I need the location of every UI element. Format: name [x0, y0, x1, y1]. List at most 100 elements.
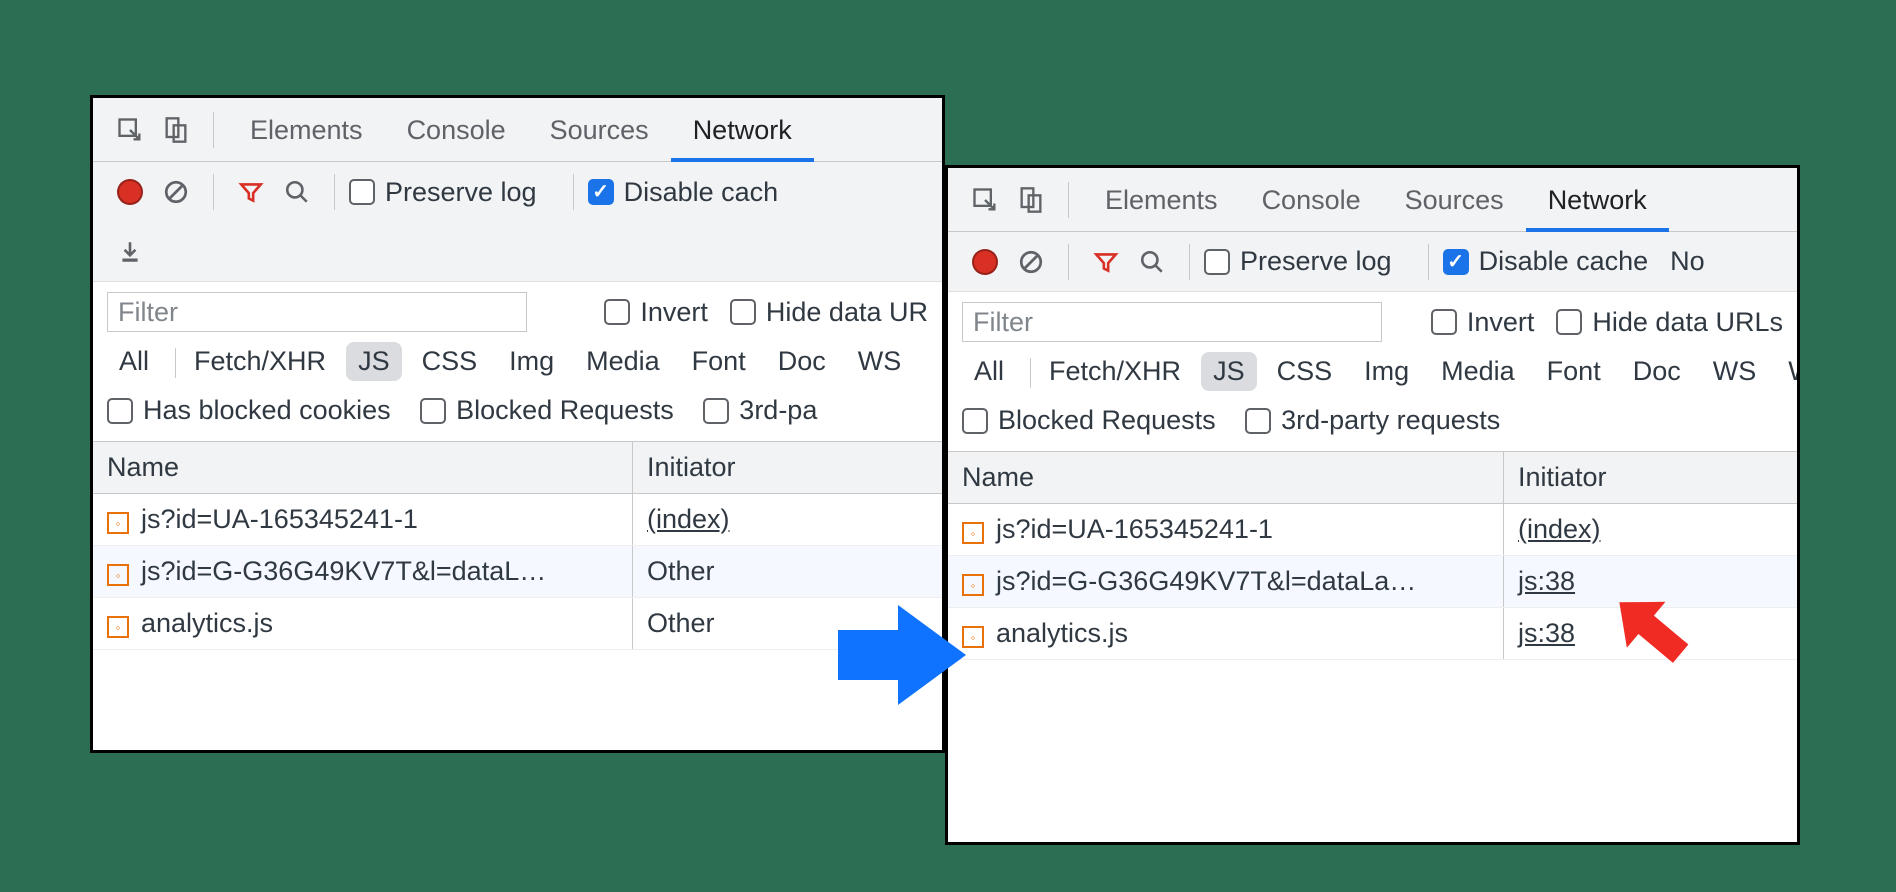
type-filter-row: All Fetch/XHRJSCSSImgMediaFontDocWS Wasm: [948, 346, 1797, 397]
table-row[interactable]: ◦js?id=UA-165345241-1(index): [93, 494, 942, 546]
cell-name: ◦js?id=UA-165345241-1: [948, 504, 1504, 555]
third-party-checkbox[interactable]: 3rd-party requests: [1245, 405, 1500, 436]
type-filter-all[interactable]: All: [962, 352, 1016, 391]
type-filter-all[interactable]: All: [107, 342, 161, 381]
type-filter-css[interactable]: CSS: [410, 342, 490, 381]
preserve-log-label: Preserve log: [385, 177, 537, 208]
cell-name: ◦analytics.js: [93, 598, 633, 649]
filter-icon[interactable]: [234, 175, 268, 209]
invert-label: Invert: [640, 297, 708, 328]
tab-sources[interactable]: Sources: [1383, 168, 1526, 232]
js-file-icon: ◦: [107, 616, 129, 638]
tab-network[interactable]: Network: [1526, 168, 1669, 232]
hide-data-urls-checkbox[interactable]: Hide data URLs: [1556, 307, 1783, 338]
clear-icon[interactable]: [1014, 245, 1048, 279]
divider: [213, 174, 214, 210]
no-throttle-cut[interactable]: No: [1670, 246, 1705, 277]
record-button[interactable]: [113, 175, 147, 209]
filter-options-row: Blocked Requests 3rd-party requests: [948, 397, 1797, 452]
type-filter-media[interactable]: Media: [574, 342, 672, 381]
cell-initiator[interactable]: (index): [633, 494, 942, 545]
type-filter-wasm[interactable]: Wasm: [1776, 352, 1797, 391]
tab-console[interactable]: Console: [1240, 168, 1383, 232]
download-har-icon[interactable]: [113, 235, 147, 269]
tab-console[interactable]: Console: [385, 98, 528, 162]
preserve-log-checkbox[interactable]: Preserve log: [1204, 246, 1392, 277]
filter-input[interactable]: [107, 292, 527, 332]
third-party-label: 3rd-pa: [739, 395, 817, 426]
annotation-blue-arrow: [838, 600, 968, 710]
invert-checkbox[interactable]: Invert: [1431, 307, 1535, 338]
divider: [1189, 244, 1190, 280]
disable-cache-checkbox[interactable]: Disable cache: [1443, 246, 1649, 277]
type-filter-ws[interactable]: WS: [846, 342, 914, 381]
table-row[interactable]: ◦js?id=UA-165345241-1(index): [948, 504, 1797, 556]
hide-data-urls-label: Hide data URLs: [1592, 307, 1783, 338]
tab-elements[interactable]: Elements: [1083, 168, 1240, 232]
type-filter-font[interactable]: Font: [1535, 352, 1613, 391]
js-file-icon: ◦: [962, 522, 984, 544]
hide-data-urls-checkbox[interactable]: Hide data UR: [730, 297, 928, 328]
column-initiator[interactable]: Initiator: [633, 442, 942, 493]
cell-name: ◦js?id=G-G36G49KV7T&l=dataL…: [93, 546, 633, 597]
type-filter-media[interactable]: Media: [1429, 352, 1527, 391]
devtools-tabstrip: Elements Console Sources Network: [93, 98, 942, 162]
type-filter-fetchxhr[interactable]: Fetch/XHR: [1037, 352, 1193, 391]
cell-initiator[interactable]: (index): [1504, 504, 1797, 555]
disable-cache-label: Disable cache: [1479, 246, 1649, 277]
filter-input[interactable]: [962, 302, 1382, 342]
disable-cache-label: Disable cach: [624, 177, 779, 208]
record-button[interactable]: [968, 245, 1002, 279]
type-filter-row: All Fetch/XHRJSCSSImgMediaFontDocWS: [93, 336, 942, 387]
blocked-requests-checkbox[interactable]: Blocked Requests: [962, 405, 1216, 436]
type-filter-ws[interactable]: WS: [1701, 352, 1769, 391]
blocked-requests-label: Blocked Requests: [998, 405, 1216, 436]
disable-cache-checkbox[interactable]: Disable cach: [588, 177, 779, 208]
table-row[interactable]: ◦js?id=G-G36G49KV7T&l=dataL…Other: [93, 546, 942, 598]
filter-icon[interactable]: [1089, 245, 1123, 279]
tab-sources[interactable]: Sources: [528, 98, 671, 162]
column-name[interactable]: Name: [93, 442, 633, 493]
type-filter-doc[interactable]: Doc: [1621, 352, 1693, 391]
column-initiator[interactable]: Initiator: [1504, 452, 1797, 503]
has-blocked-cookies-checkbox[interactable]: Has blocked cookies: [107, 395, 391, 426]
network-toolbar: Preserve log Disable cach: [93, 162, 942, 222]
search-icon[interactable]: [1135, 245, 1169, 279]
divider: [573, 174, 574, 210]
divider: [334, 174, 335, 210]
inspect-icon[interactable]: [113, 113, 147, 147]
tab-elements[interactable]: Elements: [228, 98, 385, 162]
table-header: Name Initiator: [948, 452, 1797, 504]
invert-label: Invert: [1467, 307, 1535, 338]
type-filter-js[interactable]: JS: [1201, 352, 1257, 391]
clear-icon[interactable]: [159, 175, 193, 209]
invert-checkbox[interactable]: Invert: [604, 297, 708, 328]
divider: [1068, 244, 1069, 280]
network-toolbar-2: [93, 222, 942, 282]
third-party-checkbox[interactable]: 3rd-pa: [703, 395, 817, 426]
preserve-log-checkbox[interactable]: Preserve log: [349, 177, 537, 208]
device-toggle-icon[interactable]: [1014, 183, 1048, 217]
device-toggle-icon[interactable]: [159, 113, 193, 147]
table-body: ◦js?id=UA-165345241-1(index)◦js?id=G-G36…: [93, 494, 942, 650]
tab-network[interactable]: Network: [671, 98, 814, 162]
inspect-icon[interactable]: [968, 183, 1002, 217]
filter-row: Invert Hide data URLs: [948, 292, 1797, 346]
table-row[interactable]: ◦analytics.jsOther: [93, 598, 942, 650]
type-filter-img[interactable]: Img: [1352, 352, 1421, 391]
divider: [213, 112, 214, 148]
type-filter-font[interactable]: Font: [680, 342, 758, 381]
preserve-log-label: Preserve log: [1240, 246, 1392, 277]
cell-name: ◦js?id=UA-165345241-1: [93, 494, 633, 545]
column-name[interactable]: Name: [948, 452, 1504, 503]
type-filter-doc[interactable]: Doc: [766, 342, 838, 381]
cell-name: ◦analytics.js: [948, 608, 1504, 659]
type-filter-js[interactable]: JS: [346, 342, 402, 381]
type-filter-fetchxhr[interactable]: Fetch/XHR: [182, 342, 338, 381]
devtools-panel-before: Elements Console Sources Network Preserv…: [90, 95, 945, 753]
blocked-requests-checkbox[interactable]: Blocked Requests: [420, 395, 674, 426]
search-icon[interactable]: [280, 175, 314, 209]
js-file-icon: ◦: [107, 512, 129, 534]
type-filter-css[interactable]: CSS: [1265, 352, 1345, 391]
type-filter-img[interactable]: Img: [497, 342, 566, 381]
